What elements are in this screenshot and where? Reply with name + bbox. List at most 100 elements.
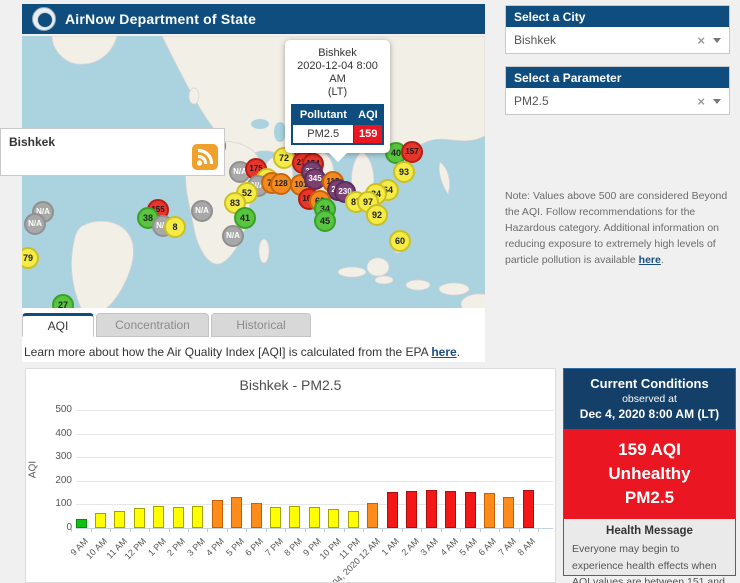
map-marker[interactable]: 8	[164, 216, 186, 238]
y-axis-tick-label: 300	[34, 451, 72, 462]
chart-gridline	[76, 434, 553, 435]
chart-bar[interactable]	[212, 500, 223, 528]
parameter-select-value: PM2.5	[514, 94, 697, 108]
airnow-app: AirNow Department of State	[0, 0, 740, 583]
popup-timezone: (LT)	[291, 86, 384, 99]
x-axis-tick	[363, 528, 364, 532]
chart-bar[interactable]	[192, 506, 203, 528]
x-axis-tick	[188, 528, 189, 532]
learn-more-body: Learn more about how the Air Quality Ind…	[24, 345, 431, 359]
chart-bar[interactable]	[173, 507, 184, 528]
current-conditions-panel: Current Conditions observed at Dec 4, 20…	[563, 368, 736, 576]
x-axis-tick	[499, 528, 500, 532]
y-axis-tick-label: 0	[34, 522, 72, 533]
map-marker[interactable]: 45	[314, 210, 336, 232]
x-axis-tick	[382, 528, 383, 532]
chart-bar[interactable]	[270, 507, 281, 528]
select-parameter-panel: Select a Parameter PM2.5 ×	[505, 66, 730, 115]
health-message-title: Health Message	[572, 525, 727, 537]
current-conditions-header: Current Conditions observed at Dec 4, 20…	[564, 369, 735, 429]
city-caret-icon[interactable]	[713, 38, 721, 43]
beyond-aqi-note: Note: Values above 500 are considered Be…	[505, 188, 733, 268]
chart-bar[interactable]	[328, 509, 339, 528]
tab-historical[interactable]: Historical	[211, 313, 311, 337]
select-city-header: Select a City	[506, 6, 729, 27]
x-axis-tick	[169, 528, 170, 532]
chart-bar[interactable]	[445, 491, 456, 528]
learn-more-text: Learn more about how the Air Quality Ind…	[22, 345, 485, 359]
x-axis-tick	[149, 528, 150, 532]
x-axis-tick	[130, 528, 131, 532]
chart-bar[interactable]	[76, 519, 87, 528]
popup-pollutant-value: PM2.5	[292, 125, 354, 145]
chart-plot-area: 01002003004005009 AM10 AM11 AM12 PM1 PM2…	[26, 369, 556, 583]
chart-bar[interactable]	[251, 503, 262, 528]
y-axis-tick-label: 500	[34, 404, 72, 415]
city-select-value: Bishkek	[514, 33, 697, 47]
chart-bar[interactable]	[289, 506, 300, 528]
map-marker[interactable]: 128	[270, 173, 292, 195]
x-axis-tick	[110, 528, 111, 532]
x-axis-tick	[344, 528, 345, 532]
chart-gridline	[76, 457, 553, 458]
chart-bar[interactable]	[134, 508, 145, 528]
map-marker[interactable]: 92	[366, 204, 388, 226]
chart-bar[interactable]	[231, 497, 242, 528]
state-department-seal-icon	[32, 7, 56, 31]
x-axis-tick	[285, 528, 286, 532]
learn-more-here-link[interactable]: here	[431, 345, 456, 359]
x-axis-tick	[538, 528, 539, 532]
city-clear-icon[interactable]: ×	[697, 33, 705, 48]
y-axis-tick-label: 200	[34, 475, 72, 486]
parameter-select[interactable]: PM2.5 ×	[506, 88, 729, 114]
chart-gridline	[76, 504, 553, 505]
popup-city: Bishkek	[291, 47, 384, 59]
feed-city-label: Bishkek	[9, 135, 55, 149]
tab-concentration[interactable]: Concentration	[96, 313, 209, 337]
city-select[interactable]: Bishkek ×	[506, 27, 729, 53]
map-marker[interactable]: 157	[401, 141, 423, 163]
aqi-status-badge: 159 AQI Unhealthy PM2.5	[564, 429, 735, 519]
chart-bar[interactable]	[95, 513, 106, 528]
x-axis-tick	[246, 528, 247, 532]
x-axis-tick	[324, 528, 325, 532]
chart-bar[interactable]	[503, 497, 514, 528]
map-marker[interactable]: 93	[393, 161, 415, 183]
x-axis-tick	[227, 528, 228, 532]
x-axis-tick	[519, 528, 520, 532]
chart-bar[interactable]	[367, 503, 378, 528]
x-axis-tick	[441, 528, 442, 532]
rss-feed-icon[interactable]	[192, 144, 218, 170]
health-message-section: Health Message Everyone may begin to exp…	[564, 519, 735, 583]
chart-bar[interactable]	[523, 490, 534, 528]
aqi-category-line: Unhealthy	[566, 462, 733, 486]
popup-aqi-header: AQI	[354, 105, 383, 125]
map-marker[interactable]: 60	[389, 230, 411, 252]
chart-bar[interactable]	[153, 506, 164, 528]
observed-at-label: observed at	[568, 393, 731, 405]
chart-bar[interactable]	[114, 511, 125, 528]
tab-aqi[interactable]: AQI	[22, 313, 94, 337]
popup-aqi-table: Pollutant AQI PM2.5 159	[291, 104, 384, 145]
x-axis-tick	[266, 528, 267, 532]
map-marker[interactable]: N/A	[191, 200, 213, 222]
chart-gridline	[76, 528, 553, 529]
chart-bar[interactable]	[426, 490, 437, 528]
x-axis-tick	[402, 528, 403, 532]
x-axis-tick	[207, 528, 208, 532]
chart-bar[interactable]	[309, 507, 320, 528]
note-here-link[interactable]: here	[639, 254, 661, 266]
chart-bar[interactable]	[484, 493, 495, 528]
app-header: AirNow Department of State	[22, 4, 485, 34]
select-parameter-header: Select a Parameter	[506, 67, 729, 88]
map-marker[interactable]: N/A	[24, 213, 46, 235]
chart-bar[interactable]	[348, 511, 359, 528]
map-marker[interactable]: N/A	[222, 225, 244, 247]
parameter-caret-icon[interactable]	[713, 99, 721, 104]
y-axis-tick-label: 400	[34, 428, 72, 439]
chart-bar[interactable]	[387, 492, 398, 528]
chart-bar[interactable]	[465, 492, 476, 528]
chart-bar[interactable]	[406, 491, 417, 528]
parameter-clear-icon[interactable]: ×	[697, 94, 705, 109]
aqi-value-line: 159 AQI	[566, 438, 733, 462]
